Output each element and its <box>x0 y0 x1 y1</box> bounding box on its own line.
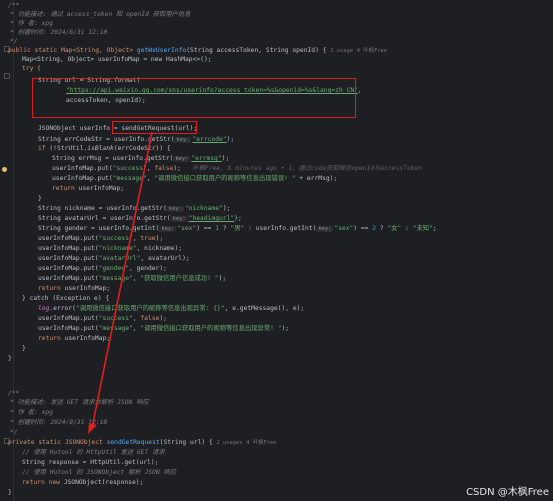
watermark: CSDN @木枫Free <box>466 487 549 498</box>
annotation-arrow <box>88 131 153 434</box>
code-editor[interactable]: /** * 功能描述: 通过 access_token 和 openId 获取用… <box>0 0 553 501</box>
